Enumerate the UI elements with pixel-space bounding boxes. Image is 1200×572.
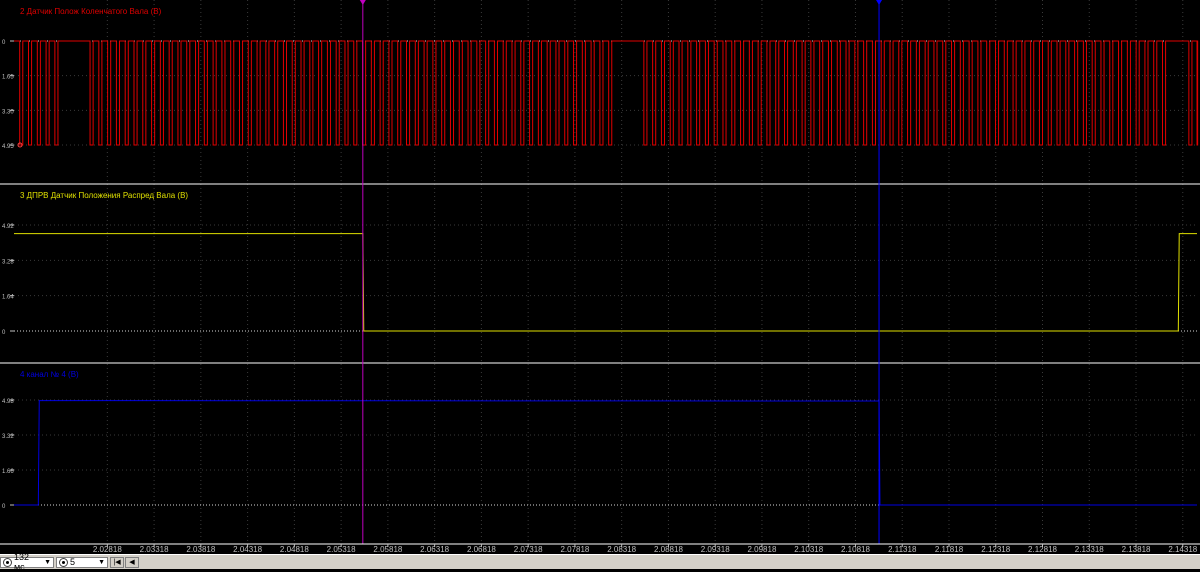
x-tick-label: 2.12818 [1028,545,1057,554]
clock-icon [3,557,12,567]
x-tick-label: 2.03818 [186,545,215,554]
chevron-down-icon: ▼ [44,558,51,566]
oscilloscope-chart: 01.653.304.952 Датчик Полож Коленчатого … [0,0,1200,568]
x-tick-label: 2.04318 [233,545,262,554]
prev-page-button[interactable]: ◀ [125,556,139,568]
x-tick-label: 2.13818 [1122,545,1151,554]
timebase-value: 132 мс [13,552,29,572]
x-tick-label: 2.10818 [841,545,870,554]
x-tick-label: 2.12318 [981,545,1010,554]
x-tick-label: 2.04818 [280,545,309,554]
x-tick-label: 2.06318 [420,545,449,554]
status-bar: 132 мс ▼ 5 ▼ |◀ ◀ [0,552,1200,572]
x-tick-label: 2.09318 [701,545,730,554]
chevron-down-icon: ▼ [98,558,105,566]
x-tick-label: 2.13318 [1075,545,1104,554]
panel-title: 3 ДПРВ Датчик Положения Распред Вала (В) [20,191,188,200]
x-tick-label: 2.11318 [888,545,917,554]
x-tick-label: 2.07318 [514,545,543,554]
x-tick-label: 2.11818 [935,545,964,554]
first-page-button[interactable]: |◀ [110,556,124,568]
x-tick-label: 2.03318 [140,545,169,554]
x-tick-label: 2.09818 [747,545,776,554]
x-tick-label: 2.08818 [654,545,683,554]
x-tick-label: 2.08318 [607,545,636,554]
x-tick-label: 2.05818 [373,545,402,554]
x-tick-label: 2.07818 [560,545,589,554]
x-tick-label: 2.06818 [467,545,496,554]
x-tick-label: 2.05318 [327,545,356,554]
panel-title: 2 Датчик Полож Коленчатого Вала (В) [20,7,162,16]
x-tick-label: 2.14318 [1168,545,1197,554]
x-tick-label: 2.02818 [93,545,122,554]
target-icon [59,557,68,567]
channel-select[interactable]: 5 ▼ [56,556,108,568]
channel-value: 5 [70,557,76,567]
panel-title: 4 канал № 4 (В) [20,370,79,379]
timebase-select[interactable]: 132 мс ▼ [0,552,54,572]
x-tick-label: 2.10318 [794,545,823,554]
